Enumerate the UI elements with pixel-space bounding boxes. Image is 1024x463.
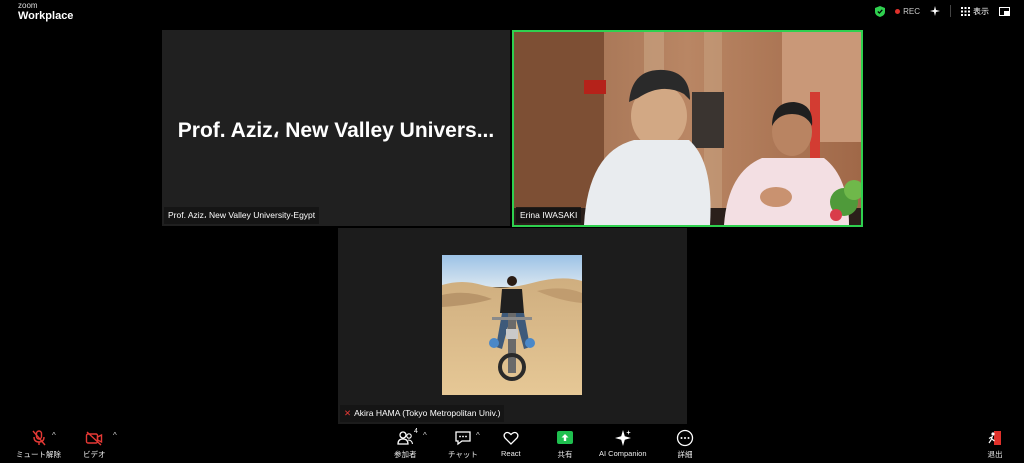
- grid-icon: [961, 6, 970, 16]
- video-options-caret[interactable]: ^: [113, 431, 117, 440]
- participants-count: 4: [414, 428, 418, 435]
- muted-mic-icon: ✕: [344, 408, 352, 418]
- pip-icon[interactable]: [999, 6, 1010, 16]
- title-bar: zoom Workplace REC 表示: [0, 0, 1024, 24]
- view-label: 表示: [973, 6, 989, 16]
- video-label: ビデオ: [83, 450, 106, 459]
- shield-icon[interactable]: [875, 5, 886, 17]
- participants-icon: [397, 431, 414, 445]
- mic-muted-icon: [31, 430, 46, 446]
- participant-name-label: ✕ Akira HAMA (Tokyo Metropolitan Univ.): [340, 405, 505, 422]
- divider: [950, 5, 951, 17]
- participant-tile-akira[interactable]: ✕ Akira HAMA (Tokyo Metropolitan Univ.): [338, 228, 687, 424]
- ai-companion-label: AI Companion: [599, 449, 647, 458]
- video-off-icon: [86, 431, 103, 446]
- participant-tile-erina[interactable]: Erina IWASAKI: [512, 30, 863, 227]
- react-label: React: [501, 449, 521, 458]
- chat-options-caret[interactable]: ^: [476, 431, 480, 440]
- meeting-toolbar: ミュート解除 ^ ビデオ ^ 4 参加者 ^ チャット ^ React 共有 A…: [0, 427, 1024, 463]
- participant-name-label: Prof. Aziz، New Valley University-Egypt: [164, 207, 320, 224]
- participant-name-text: Akira HAMA (Tokyo Metropolitan Univ.): [354, 408, 501, 418]
- participants-button[interactable]: 4 参加者: [394, 428, 418, 460]
- participant-display-name: Prof. Aziz، New Valley Univers...: [177, 119, 495, 142]
- chat-icon: [455, 431, 471, 446]
- ai-sparkle-icon: [614, 430, 631, 446]
- sparkle-icon[interactable]: [930, 6, 940, 16]
- participant-name-label: Erina IWASAKI: [516, 207, 582, 223]
- leave-button[interactable]: 退出: [986, 429, 1004, 460]
- react-button[interactable]: React: [501, 429, 521, 458]
- zoom-logo: zoom Workplace: [18, 2, 73, 22]
- participant-tile-prof-aziz[interactable]: Prof. Aziz، New Valley Univers... Prof. …: [162, 30, 510, 226]
- rec-label: REC: [903, 6, 920, 16]
- participants-options-caret[interactable]: ^: [423, 431, 427, 440]
- view-button[interactable]: 表示: [961, 6, 989, 17]
- brand-big: Workplace: [18, 10, 74, 22]
- share-screen-icon: [557, 431, 573, 444]
- more-icon: [676, 429, 694, 447]
- unmute-label: ミュート解除: [16, 450, 61, 459]
- profile-photo-image: [442, 255, 582, 395]
- heart-icon: [503, 431, 519, 445]
- record-dot-icon: [895, 8, 901, 14]
- chat-button[interactable]: チャット: [448, 429, 478, 460]
- video-feed: [514, 32, 861, 225]
- chat-label: チャット: [448, 450, 478, 459]
- more-label: 詳細: [677, 450, 693, 459]
- leave-label: 退出: [987, 450, 1003, 459]
- leave-door-icon: [988, 431, 1001, 445]
- recording-indicator[interactable]: REC: [895, 7, 920, 16]
- profile-picture: [442, 255, 582, 395]
- more-button[interactable]: 詳細: [676, 429, 694, 460]
- share-button[interactable]: 共有: [556, 429, 574, 460]
- video-button[interactable]: ビデオ: [83, 429, 106, 460]
- share-label: 共有: [557, 450, 573, 459]
- audio-options-caret[interactable]: ^: [52, 431, 56, 440]
- participants-label: 参加者: [394, 450, 417, 459]
- brand-small: zoom: [18, 1, 38, 10]
- ai-companion-button[interactable]: AI Companion: [599, 429, 647, 458]
